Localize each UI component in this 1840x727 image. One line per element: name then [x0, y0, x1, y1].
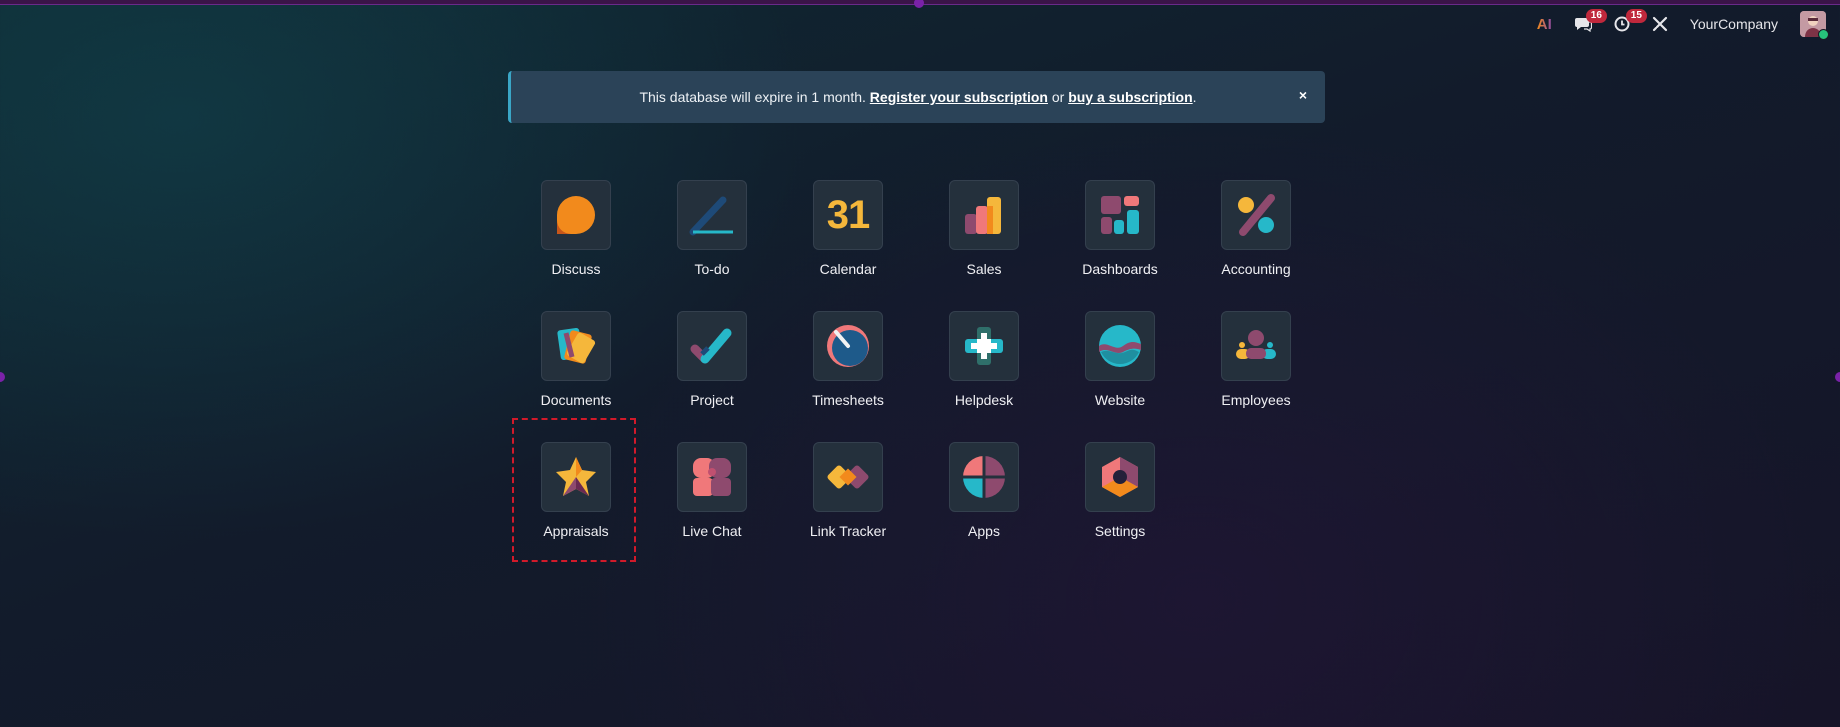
app-label: Dashboards: [1082, 261, 1158, 277]
app-employees[interactable]: Employees: [1196, 311, 1316, 408]
app-tile: [677, 180, 747, 250]
app-label: Settings: [1094, 523, 1146, 539]
app-label: Employees: [1221, 392, 1291, 408]
todo-icon: [689, 196, 733, 236]
app-label: Live Chat: [682, 523, 742, 539]
app-label: Sales: [966, 261, 1002, 277]
app-tile: [1085, 442, 1155, 512]
app-tile: [1221, 311, 1291, 381]
banner-close-button[interactable]: ×: [1299, 87, 1307, 103]
debug-tools-button[interactable]: [1652, 16, 1668, 32]
app-documents[interactable]: Documents: [516, 311, 636, 408]
app-apps[interactable]: Apps: [924, 442, 1044, 539]
dashboards-icon: [1101, 196, 1139, 234]
calendar-icon: 31: [826, 192, 870, 237]
resize-handle-top: [914, 0, 924, 8]
app-discuss[interactable]: Discuss: [516, 180, 636, 277]
app-label: Calendar: [819, 261, 877, 277]
app-tile: [813, 442, 883, 512]
app-label: Timesheets: [812, 392, 884, 408]
buy-subscription-link[interactable]: buy a subscription: [1068, 89, 1192, 105]
app-tile: [949, 180, 1019, 250]
app-tile: [677, 442, 747, 512]
ai-icon: AI: [1536, 15, 1552, 33]
app-label: Accounting: [1221, 261, 1291, 277]
app-dashboards[interactable]: Dashboards: [1060, 180, 1180, 277]
banner-message: This database will expire in 1 month.: [639, 89, 866, 105]
app-tile: [677, 311, 747, 381]
app-label: Documents: [540, 392, 612, 408]
app-label: Website: [1094, 392, 1146, 408]
register-subscription-link[interactable]: Register your subscription: [870, 89, 1048, 105]
documents-icon: [557, 328, 596, 364]
app-helpdesk[interactable]: Helpdesk: [924, 311, 1044, 408]
company-name: YourCompany: [1689, 16, 1778, 32]
discuss-icon: [557, 196, 596, 234]
app-tile: [1221, 180, 1291, 250]
helpdesk-icon: [965, 327, 1003, 365]
timesheets-icon: [827, 325, 869, 367]
app-label: Helpdesk: [954, 392, 1014, 408]
app-link-tracker[interactable]: Link Tracker: [788, 442, 908, 539]
app-sales[interactable]: Sales: [924, 180, 1044, 277]
link-tracker-icon: [827, 465, 869, 489]
app-tile: [813, 311, 883, 381]
banner-text: This database will expire in 1 month. Re…: [639, 89, 1196, 105]
app-label: Apps: [968, 523, 1000, 539]
settings-icon: [1102, 457, 1138, 497]
app-tile: [1085, 180, 1155, 250]
company-switcher[interactable]: YourCompany: [1690, 16, 1778, 32]
app-tile: [949, 442, 1019, 512]
expiration-banner: This database will expire in 1 month. Re…: [508, 71, 1325, 123]
ai-button[interactable]: AI: [1537, 16, 1552, 33]
app-label: Discuss: [551, 261, 601, 277]
tools-icon: [1652, 16, 1667, 32]
resize-handle-left: [0, 372, 5, 382]
live-chat-icon: [693, 458, 731, 496]
project-icon: [690, 328, 732, 364]
website-icon: [1099, 325, 1141, 367]
app-accounting[interactable]: Accounting: [1196, 180, 1316, 277]
banner-period: .: [1192, 89, 1197, 105]
app-label: To-do: [694, 261, 730, 277]
app-tile: 31: [813, 180, 883, 250]
app-label: Link Tracker: [809, 523, 887, 539]
app-settings[interactable]: Settings: [1060, 442, 1180, 539]
accounting-icon: [1238, 194, 1275, 236]
user-menu[interactable]: [1800, 11, 1829, 40]
resize-handle-right: [1835, 372, 1840, 382]
messages-button[interactable]: 16: [1574, 9, 1607, 32]
banner-or: or: [1051, 89, 1065, 105]
app-project[interactable]: Project: [652, 311, 772, 408]
app-tile: [541, 311, 611, 381]
activities-count-badge: 15: [1625, 9, 1647, 23]
app-tile: [949, 311, 1019, 381]
appraisals-highlight-box: [512, 418, 636, 562]
app-live-chat[interactable]: Live Chat: [652, 442, 772, 539]
online-status-dot: [1818, 29, 1829, 40]
messages-count-badge: 16: [1585, 9, 1607, 23]
sales-icon: [965, 197, 1001, 234]
app-website[interactable]: Website: [1060, 311, 1180, 408]
app-tile: [1085, 311, 1155, 381]
apps-icon: [963, 456, 1005, 498]
app-timesheets[interactable]: Timesheets: [788, 311, 908, 408]
app-label: Project: [690, 392, 734, 408]
app-todo[interactable]: To-do: [652, 180, 772, 277]
app-tile: [541, 180, 611, 250]
activities-button[interactable]: 15: [1614, 9, 1647, 32]
systray: AI 16 15 YourCompany: [1537, 9, 1829, 40]
avatar: [1800, 11, 1829, 40]
app-calendar[interactable]: 31 Calendar: [788, 180, 908, 277]
employees-icon: [1236, 330, 1276, 359]
